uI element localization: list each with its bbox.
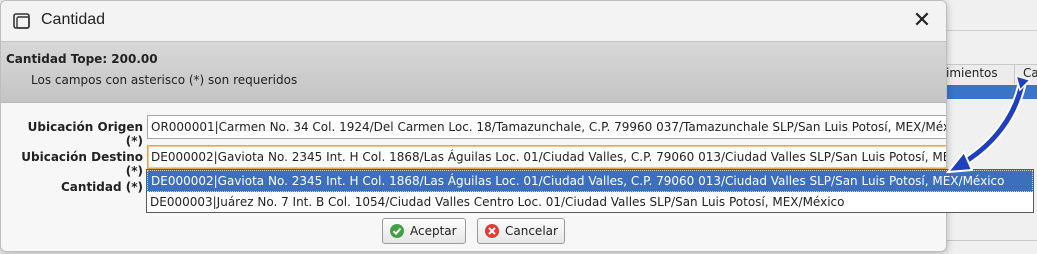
dropdown-option[interactable]: DE000002|Gaviota No. 2345 Int. H Col. 18… [147, 170, 1033, 192]
background-divider [940, 240, 1037, 241]
accept-label: Aceptar [410, 224, 457, 238]
origen-label: Ubicación Origen (*) [27, 120, 143, 148]
close-icon: ✕ [912, 8, 932, 33]
background-divider [940, 30, 1037, 31]
x-circle-icon [485, 224, 499, 238]
cancel-button[interactable]: Cancelar [477, 218, 565, 244]
arrow-icon [945, 74, 1032, 174]
cancel-label: Cancelar [505, 224, 558, 238]
destino-combobox[interactable]: DE000002|Gaviota No. 2345 Int. H Col. 18… [147, 145, 946, 169]
cantidad-dialog: Cantidad ✕ Cantidad Tope: 200.00 Los cam… [0, 0, 947, 252]
destino-label: Ubicación Destino (*) [21, 150, 143, 178]
window-icon [13, 13, 30, 29]
close-button[interactable]: ✕ [905, 7, 939, 35]
accept-button[interactable]: Aceptar [382, 218, 466, 244]
origen-field[interactable]: OR000001|Carmen No. 34 Col. 1924/Del Car… [147, 115, 946, 139]
destino-dropdown-list[interactable]: DE000002|Gaviota No. 2345 Int. H Col. 18… [146, 169, 1034, 213]
check-circle-icon [390, 224, 404, 238]
info-panel: Cantidad Tope: 200.00 Los campos con ast… [1, 41, 946, 103]
dialog-titlebar[interactable]: Cantidad ✕ [1, 1, 946, 41]
dropdown-option[interactable]: DE000003|Juárez No. 7 Int. B Col. 1054/C… [147, 192, 1033, 212]
cantidad-label: Cantidad (*) [61, 180, 143, 194]
dialog-title: Cantidad [41, 11, 106, 28]
required-fields-message: Los campos con asterisco (*) son requeri… [31, 73, 298, 87]
quantity-limit: Cantidad Tope: 200.00 [6, 52, 158, 66]
